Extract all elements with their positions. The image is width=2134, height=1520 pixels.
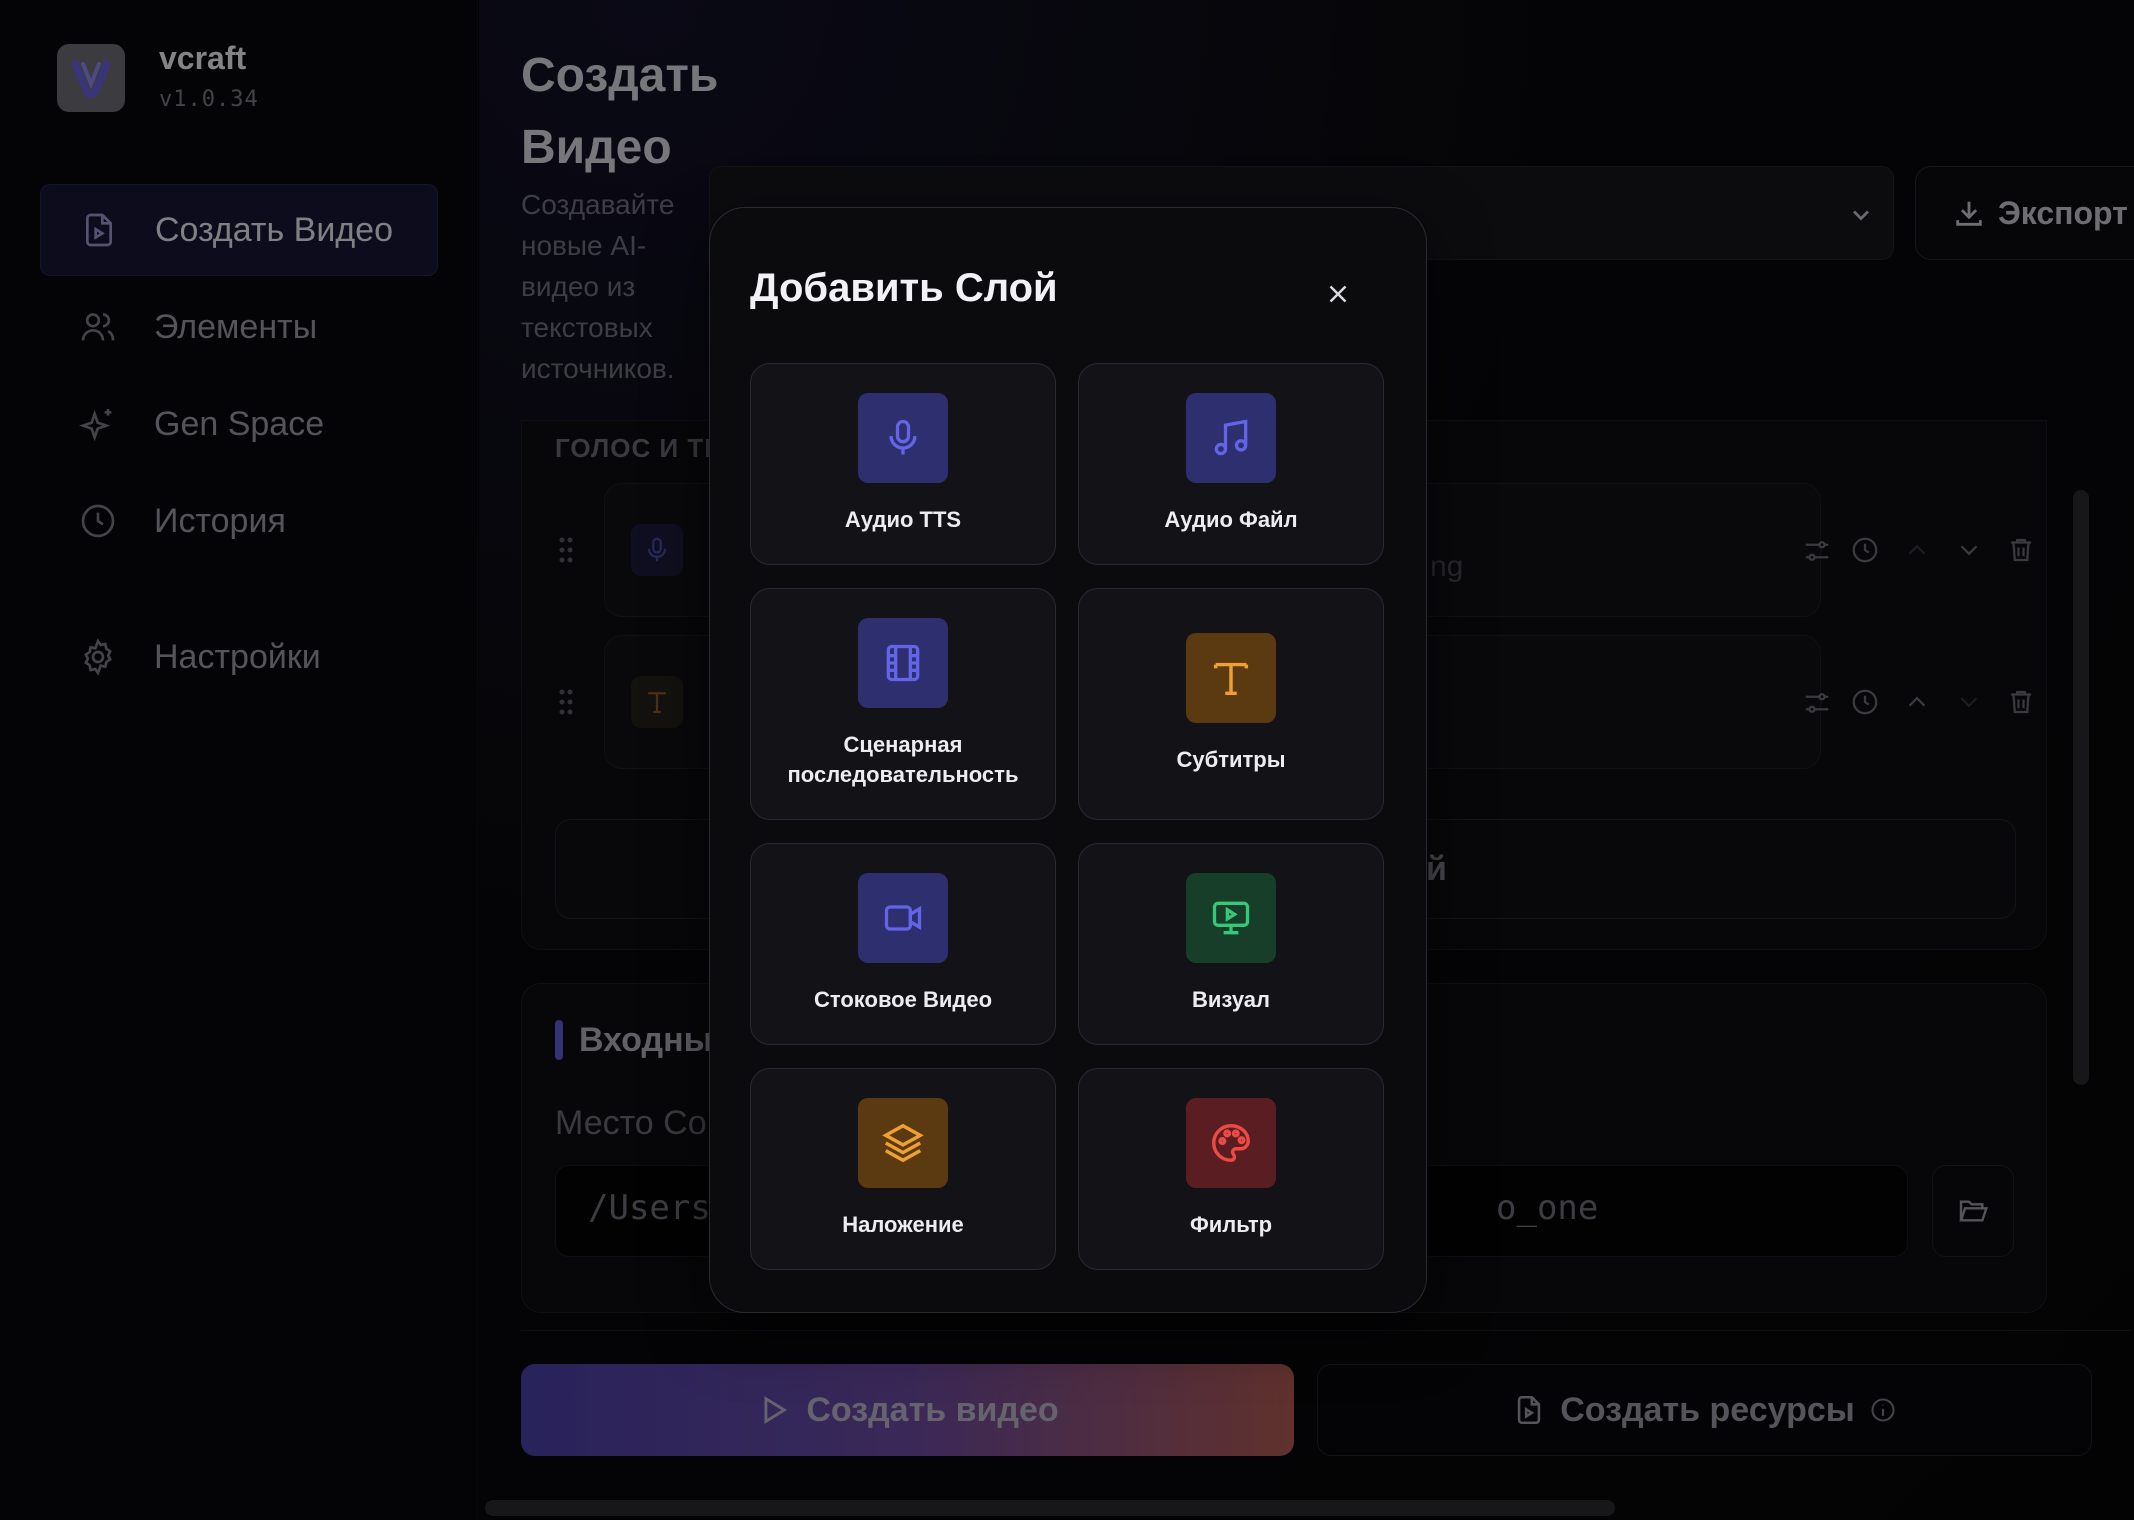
- tile-label: Субтитры: [1176, 747, 1286, 772]
- video-camera-icon: [858, 873, 948, 963]
- tile-overlay[interactable]: Наложение: [750, 1068, 1056, 1270]
- layers-icon: [858, 1098, 948, 1188]
- tile-subtitles[interactable]: Субтитры: [1078, 588, 1384, 820]
- text-t-icon: [1186, 633, 1276, 723]
- tile-label: Наложение: [842, 1212, 964, 1237]
- film-icon: [858, 618, 948, 708]
- add-layer-modal: Добавить Слой Аудио TTS Аудио Файл Сцена…: [709, 207, 1427, 1313]
- close-button[interactable]: [1314, 270, 1362, 318]
- tile-label: Аудио Файл: [1164, 507, 1298, 532]
- tile-label: Фильтр: [1189, 1212, 1273, 1237]
- tile-stock-video[interactable]: Стоковое Видео: [750, 843, 1056, 1045]
- tile-label: Сценарная последовательность: [787, 732, 1019, 787]
- tile-visual[interactable]: Визуал: [1078, 843, 1384, 1045]
- palette-icon: [1186, 1098, 1276, 1188]
- modal-title: Добавить Слой: [750, 266, 1058, 310]
- monitor-play-icon: [1186, 873, 1276, 963]
- tile-storyboard[interactable]: Сценарная последовательность: [750, 588, 1056, 820]
- tile-label: Визуал: [1192, 987, 1270, 1012]
- microphone-icon: [858, 393, 948, 483]
- tile-audio-tts[interactable]: Аудио TTS: [750, 363, 1056, 565]
- tile-filter[interactable]: Фильтр: [1078, 1068, 1384, 1270]
- tile-label: Стоковое Видео: [813, 987, 993, 1012]
- tile-label: Аудио TTS: [844, 507, 962, 532]
- music-note-icon: [1186, 393, 1276, 483]
- tile-audio-file[interactable]: Аудио Файл: [1078, 363, 1384, 565]
- close-icon: [1329, 285, 1347, 303]
